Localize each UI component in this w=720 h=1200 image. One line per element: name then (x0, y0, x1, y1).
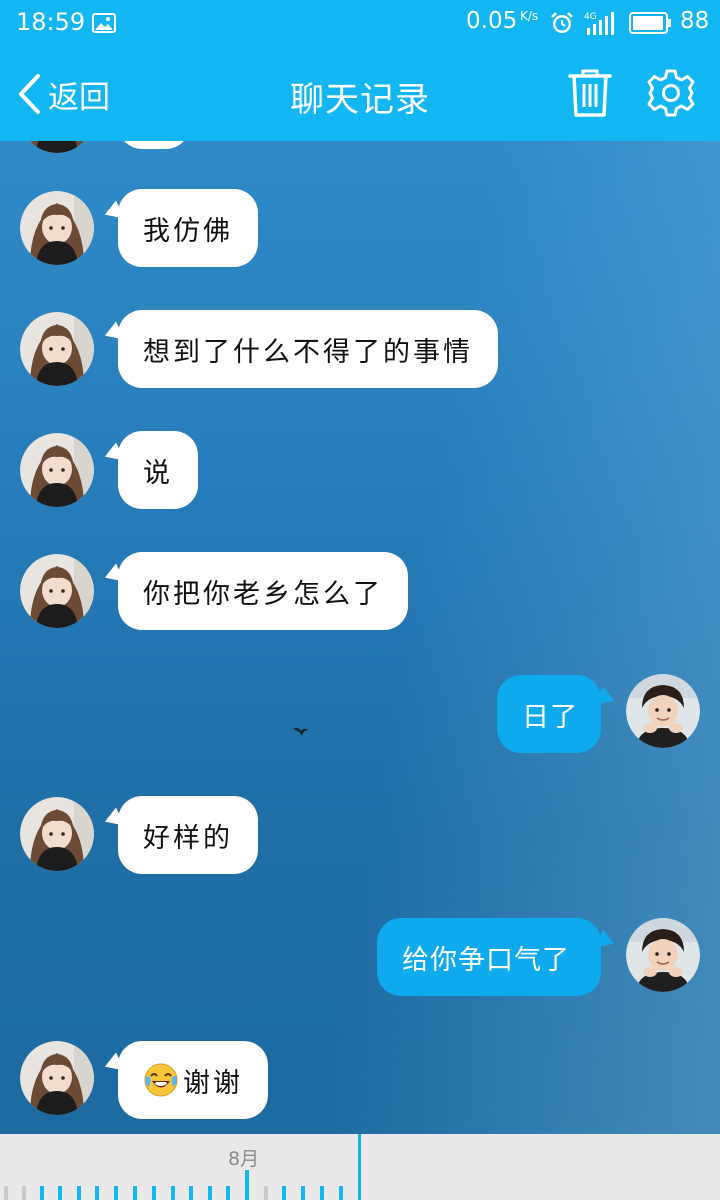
status-time: 18:59 (16, 8, 86, 36)
status-bar: 18:59 0.05 K/s 4G 88 (0, 0, 720, 46)
gear-icon (647, 69, 695, 117)
my-avatar[interactable] (626, 918, 700, 992)
battery-level: 88 (680, 8, 710, 34)
message-text: 好样的 (143, 822, 233, 854)
bird-silhouette (293, 727, 309, 736)
chat-history[interactable]: 我仿佛 想到了什么不得了的事情 说 你把你老乡怎么了 日了 好样的 给你争口气了 (0, 141, 720, 1134)
incoming-message[interactable]: 你把你老乡怎么了 (118, 552, 408, 630)
incoming-message[interactable]: 好样的 (118, 796, 258, 874)
network-type-label: 4G (584, 12, 597, 22)
tears-of-joy-emoji (143, 1062, 179, 1098)
title-bar: 返回 聊天记录 (0, 46, 720, 141)
outgoing-message[interactable]: 日了 (497, 675, 601, 753)
alarm-icon (550, 11, 574, 35)
network-speed: 0.05 (466, 8, 518, 34)
message-text: 谢谢 (183, 1067, 243, 1099)
contact-avatar[interactable] (20, 433, 94, 507)
contact-avatar[interactable] (20, 312, 94, 386)
incoming-message[interactable]: 谢谢 (118, 1041, 268, 1119)
settings-button[interactable] (646, 68, 696, 118)
delete-button[interactable] (566, 68, 614, 118)
contact-avatar[interactable] (20, 554, 94, 628)
signal-icon: 4G (584, 10, 618, 36)
incoming-message[interactable]: 想到了什么不得了的事情 (118, 310, 498, 388)
contact-avatar[interactable] (20, 1041, 94, 1115)
network-speed-unit: K/s (520, 9, 539, 23)
outgoing-message[interactable]: 给你争口气了 (377, 918, 601, 996)
incoming-message[interactable]: 我仿佛 (118, 189, 258, 267)
gallery-icon (92, 13, 116, 33)
message-text: 想到了什么不得了的事情 (143, 336, 473, 368)
timeline-current-position[interactable] (358, 1134, 361, 1200)
partial-message-bubble (118, 141, 190, 149)
trash-icon (568, 69, 612, 117)
message-text: 日了 (522, 701, 578, 733)
message-text: 你把你老乡怎么了 (143, 578, 383, 610)
message-text: 说 (143, 457, 173, 489)
message-text: 给你争口气了 (402, 944, 570, 976)
timeline-scrubber[interactable]: 8月 (0, 1134, 720, 1200)
contact-avatar[interactable] (20, 797, 94, 871)
my-avatar[interactable] (626, 674, 700, 748)
message-text: 我仿佛 (143, 215, 233, 247)
incoming-message[interactable]: 说 (118, 431, 198, 509)
battery-icon (629, 12, 671, 34)
contact-avatar[interactable] (20, 191, 94, 265)
contact-avatar[interactable] (20, 141, 94, 153)
